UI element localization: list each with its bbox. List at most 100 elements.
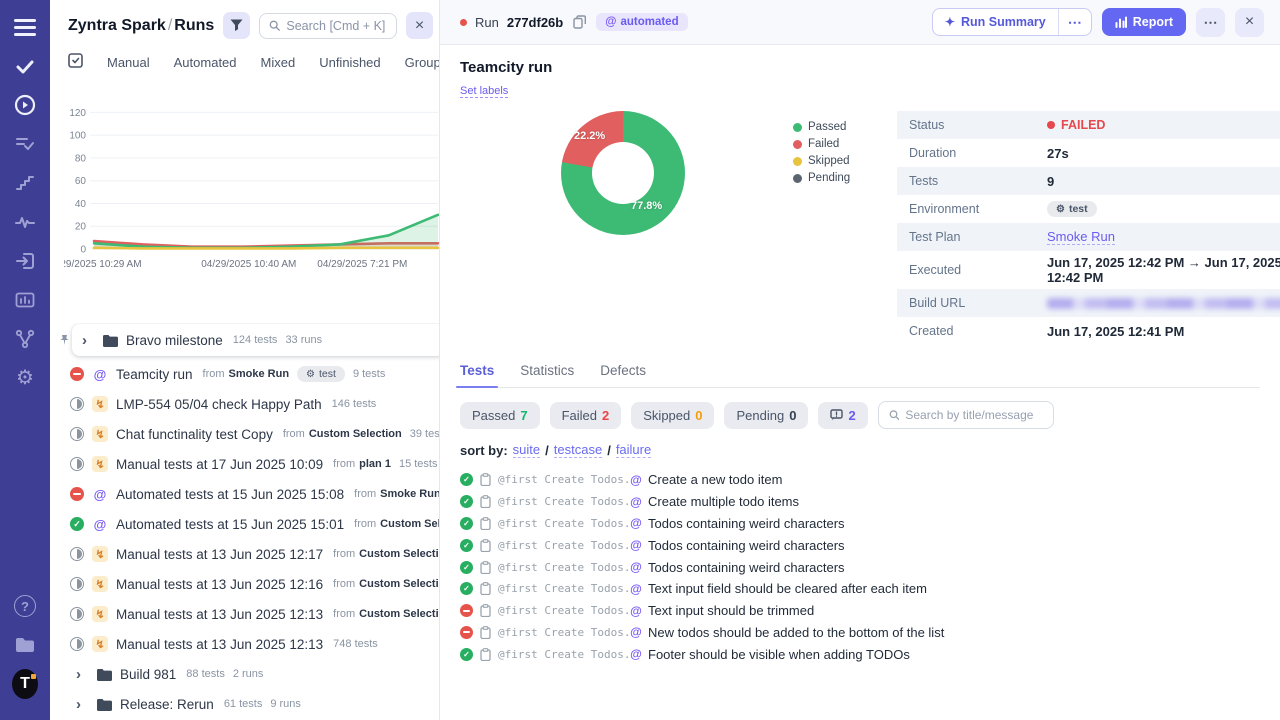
run-summary-button[interactable]: Run Summary (933, 9, 1058, 35)
run-row[interactable]: Chat functinality test Copy from Custom … (50, 419, 439, 449)
test-row[interactable]: @first Create Todos... New todos should … (460, 622, 1260, 644)
test-title[interactable]: Text input field should be cleared after… (648, 581, 927, 596)
test-row[interactable]: @first Create Todos... Todos containing … (460, 534, 1260, 556)
runs-search[interactable] (259, 12, 397, 39)
test-row[interactable]: @first Create Todos... Text input should… (460, 600, 1260, 622)
test-title[interactable]: Text input should be trimmed (648, 603, 814, 618)
test-suite[interactable]: @first Create Todos... (498, 582, 628, 595)
check-icon[interactable] (12, 53, 38, 79)
tab-manual[interactable]: Manual (107, 55, 150, 70)
test-title[interactable]: Create multiple todo items (648, 494, 799, 509)
run-row[interactable]: Automated tests at 15 Jun 2025 15:01 fro… (50, 509, 439, 539)
filter-pending-chip[interactable]: Pending 0 (724, 401, 809, 429)
test-suite[interactable]: @first Create Todos... (498, 626, 628, 639)
filter-passed-chip[interactable]: Passed 7 (460, 401, 540, 429)
tab-tests[interactable]: Tests (455, 363, 499, 388)
test-suite[interactable]: @first Create Todos... (498, 495, 628, 508)
test-suite[interactable]: @first Create Todos... (498, 517, 628, 530)
close-run-button[interactable] (1235, 7, 1264, 37)
test-title[interactable]: New todos should be added to the bottom … (648, 625, 944, 640)
tests-search[interactable] (877, 401, 1054, 429)
runs-search-input[interactable] (286, 18, 387, 33)
test-suite[interactable]: @first Create Todos... (498, 473, 628, 486)
run-row[interactable]: Manual tests at 13 Jun 2025 12:13 748 te… (50, 629, 439, 659)
run-row[interactable]: Teamcity run from Smoke Run ⚙test 9 test… (50, 359, 439, 389)
test-suite[interactable]: @first Create Todos... (498, 539, 628, 552)
run-status-icon (70, 547, 84, 561)
run-id: 277df26b (506, 14, 564, 30)
run-type-icon (92, 636, 108, 652)
run-type-icon (92, 486, 108, 502)
test-title[interactable]: Todos containing weird characters (648, 516, 845, 531)
filter-skipped-chip[interactable]: Skipped 0 (631, 401, 715, 429)
from-label: from (333, 578, 356, 590)
run-row[interactable]: Manual tests at 13 Jun 2025 12:16 from C… (50, 569, 439, 599)
set-labels-link[interactable]: Set labels (460, 85, 509, 98)
select-all-checkbox-icon[interactable] (68, 53, 83, 71)
chevron-right-icon[interactable]: › (82, 332, 96, 349)
branch-icon[interactable] (12, 326, 38, 352)
automated-badge[interactable]: automated (596, 13, 688, 31)
menu-icon[interactable] (12, 14, 38, 40)
sort-by-testcase[interactable]: testcase (553, 442, 603, 458)
run-row[interactable]: LMP-554 05/04 check Happy Path 146 tests (50, 389, 439, 419)
panel-close-button[interactable] (406, 12, 433, 39)
chevron-right-icon[interactable]: › (76, 666, 90, 683)
projects-folder-icon[interactable] (12, 632, 38, 658)
filter-comments-chip[interactable]: 2 (818, 401, 868, 429)
test-row[interactable]: @first Create Todos... Text input field … (460, 578, 1260, 600)
filter-button[interactable] (223, 12, 251, 39)
more-actions-button[interactable] (1196, 7, 1225, 37)
run-group-row[interactable]: › Bravo milestone 124 tests 33 runs (50, 323, 439, 357)
test-title[interactable]: Todos containing weird characters (648, 538, 845, 553)
app-logo[interactable]: T (12, 669, 38, 699)
run-summary-more-button[interactable] (1057, 9, 1091, 35)
test-plan-link[interactable]: Smoke Run (1047, 229, 1115, 245)
sort-by-failure[interactable]: failure (615, 442, 652, 458)
runs-play-icon[interactable] (12, 92, 38, 118)
tab-groups[interactable]: Groups (405, 55, 439, 70)
test-row[interactable]: @first Create Todos... Todos containing … (460, 513, 1260, 535)
test-title[interactable]: Footer should be visible when adding TOD… (648, 647, 910, 662)
redacted-build-url[interactable] (1047, 297, 1280, 309)
run-group-row[interactable]: › Release: Rerun 61 tests 9 runs (50, 689, 439, 719)
test-row[interactable]: @first Create Todos... Todos containing … (460, 556, 1260, 578)
settings-gear-icon[interactable]: ⚙ (12, 365, 38, 391)
tests-search-input[interactable] (905, 408, 1043, 422)
test-row[interactable]: @first Create Todos... Create multiple t… (460, 491, 1260, 513)
test-title[interactable]: Create a new todo item (648, 472, 782, 487)
run-row[interactable]: Manual tests at 13 Jun 2025 12:17 from C… (50, 539, 439, 569)
sort-row: sort by: suite / testcase / failure (460, 442, 652, 458)
chevron-right-icon[interactable]: › (76, 696, 90, 713)
test-suite[interactable]: @first Create Todos... (498, 604, 628, 617)
filter-failed-chip[interactable]: Failed 2 (549, 401, 622, 429)
run-group-row[interactable]: › Build 981 88 tests 2 runs (50, 659, 439, 689)
tab-defects[interactable]: Defects (600, 363, 646, 387)
breadcrumb-project[interactable]: Zyntra Spark (68, 17, 166, 34)
tab-mixed[interactable]: Mixed (261, 55, 296, 70)
environment-badge[interactable]: ⚙ test (1047, 201, 1097, 217)
activity-pulse-icon[interactable] (12, 209, 38, 235)
tab-automated[interactable]: Automated (174, 55, 237, 70)
clipboard-icon (480, 538, 491, 552)
list-check-icon[interactable] (12, 131, 38, 157)
run-row[interactable]: Automated tests at 15 Jun 2025 15:08 fro… (50, 479, 439, 509)
run-row[interactable]: Manual tests at 13 Jun 2025 12:13 from C… (50, 599, 439, 629)
clipboard-icon (480, 647, 491, 661)
run-row[interactable]: Manual tests at 17 Jun 2025 10:09 from p… (50, 449, 439, 479)
help-icon[interactable]: ? (12, 593, 38, 619)
test-suite[interactable]: @first Create Todos... (498, 648, 628, 661)
bar-chart-icon[interactable] (12, 287, 38, 313)
test-suite[interactable]: @first Create Todos... (498, 561, 628, 574)
test-title[interactable]: Todos containing weird characters (648, 560, 845, 575)
tab-statistics[interactable]: Statistics (520, 363, 574, 387)
tab-unfinished[interactable]: Unfinished (319, 55, 380, 70)
report-button[interactable]: Report (1101, 8, 1186, 36)
sort-by-suite[interactable]: suite (512, 442, 541, 458)
import-icon[interactable] (12, 248, 38, 274)
search-icon (269, 20, 281, 31)
steps-icon[interactable] (12, 170, 38, 196)
test-row[interactable]: @first Create Todos... Footer should be … (460, 643, 1260, 665)
copy-run-id-button[interactable] (571, 13, 588, 31)
test-row[interactable]: @first Create Todos... Create a new todo… (460, 469, 1260, 491)
